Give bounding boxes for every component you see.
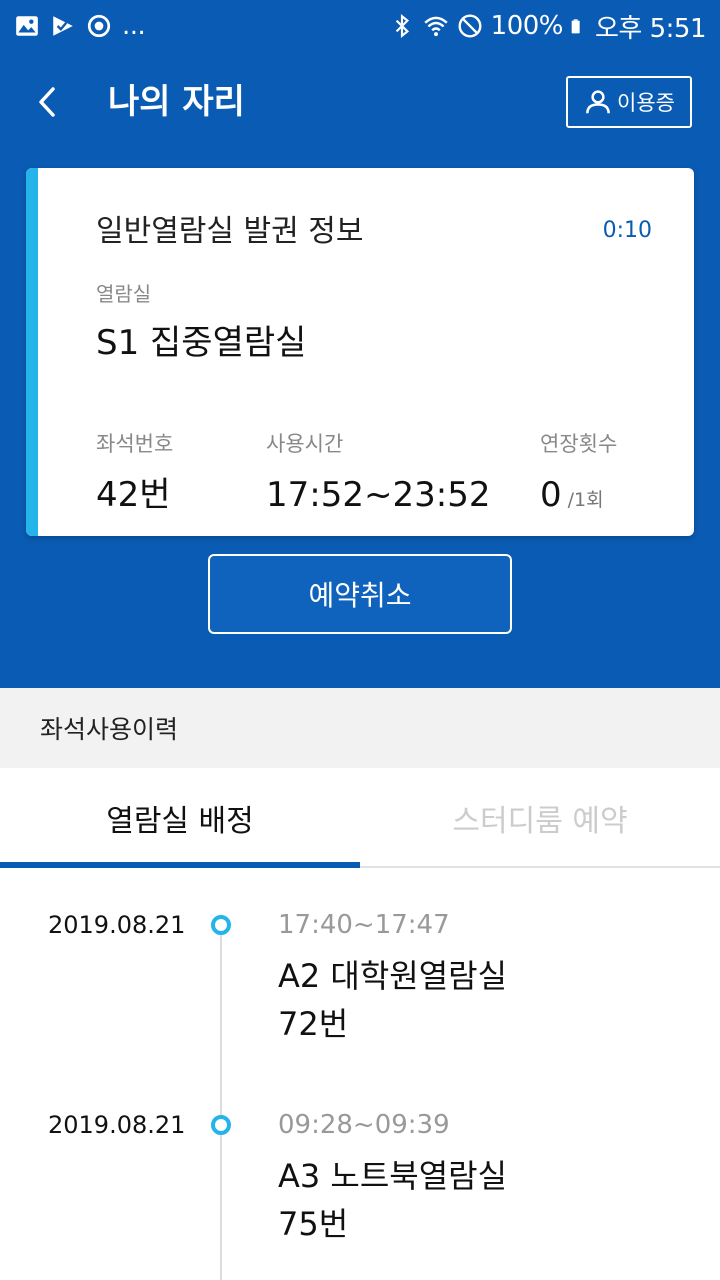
history-section-title: 좌석사용이력 — [0, 688, 720, 768]
card-accent-bar — [26, 168, 38, 536]
back-button[interactable] — [26, 80, 70, 124]
seat-number-label: 좌석번호 — [96, 432, 174, 456]
cancel-reservation-button[interactable]: 예약취소 — [208, 554, 512, 634]
person-icon — [586, 90, 610, 114]
extension-count-max: /1회 — [567, 489, 604, 511]
entry-room: A3 노트북열람실 — [278, 1157, 508, 1195]
tab-study-room[interactable]: 스터디룸 예약 — [360, 768, 720, 868]
ticket-timer: 0:10 — [602, 218, 652, 243]
active-tab-indicator — [0, 862, 360, 868]
member-card-label: 이용증 — [617, 91, 675, 115]
battery-icon — [571, 19, 580, 34]
entry-date: 2019.08.21 — [48, 1111, 186, 1139]
no-sound-icon — [458, 14, 482, 38]
ticket-card: 일반열람실 발권 정보 0:10 열람실 S1 집중열람실 좌석번호 42번 사… — [26, 168, 694, 536]
history-entry[interactable]: 2019.08.21 17:40~17:47 A2 대학원열람실 72번 — [0, 910, 720, 1090]
usage-time-label: 사용시간 — [266, 432, 344, 456]
entry-time: 17:40~17:47 — [278, 910, 450, 940]
history-entry[interactable]: 2019.08.21 09:28~09:39 A3 노트북열람실 75번 — [0, 1110, 720, 1280]
timeline-dot — [211, 1115, 231, 1135]
extension-count-value: 0 — [540, 475, 562, 515]
entry-seat: 72번 — [278, 1005, 349, 1043]
entry-time: 09:28~09:39 — [278, 1110, 450, 1140]
app-bar: 나의 자리 이용증 — [0, 52, 720, 152]
bluetooth-icon — [395, 13, 409, 39]
tab-reading-room[interactable]: 열람실 배정 — [0, 768, 360, 868]
page-title: 나의 자리 — [108, 82, 245, 122]
entry-room: A2 대학원열람실 — [278, 957, 508, 995]
download-check-icon — [53, 16, 73, 36]
usage-time-value: 17:52~23:52 — [266, 475, 491, 515]
gallery-icon — [16, 16, 38, 36]
wifi-icon — [424, 16, 448, 37]
extension-count-label: 연장횟수 — [540, 432, 618, 456]
room-label: 열람실 — [96, 282, 152, 306]
room-name: S1 집중열람실 — [96, 323, 307, 363]
timeline-dot — [211, 915, 231, 935]
more-notifications: ... — [122, 11, 146, 41]
entry-date: 2019.08.21 — [48, 911, 186, 939]
sync-icon — [87, 14, 111, 38]
my-seat-screen: ... 100% 오후 5:51 나의 자리 이용증 일반열람실 발권 정보 0… — [0, 0, 720, 1280]
seat-number-value: 42번 — [96, 475, 171, 515]
clock: 오후 5:51 — [595, 13, 707, 44]
extension-count: 0/1회 — [540, 474, 604, 521]
status-bar: ... 100% 오후 5:51 — [0, 0, 720, 52]
entry-seat: 75번 — [278, 1205, 349, 1243]
chevron-left-icon — [39, 87, 55, 117]
ticket-title: 일반열람실 발권 정보 — [96, 214, 364, 249]
history-tabs: 열람실 배정 스터디룸 예약 — [0, 768, 720, 868]
member-card-button[interactable]: 이용증 — [566, 76, 692, 128]
battery-percent: 100% — [490, 11, 564, 41]
